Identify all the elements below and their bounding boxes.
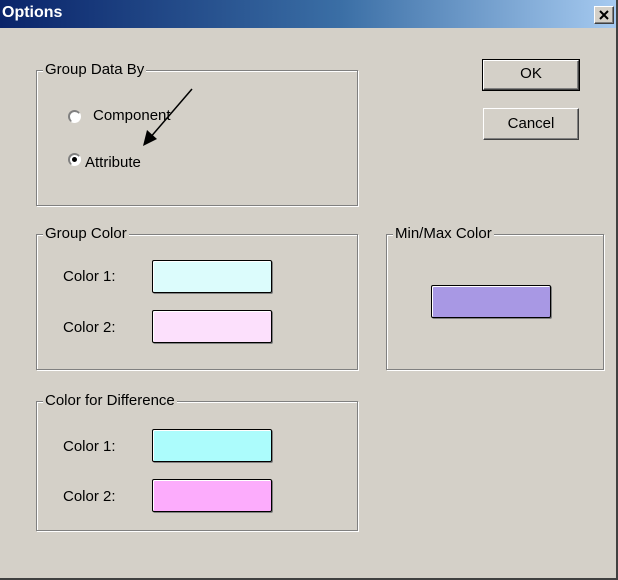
group-data-by-groupbox: Group Data By	[36, 61, 358, 206]
annotation-arrow-icon	[143, 88, 193, 146]
ok-button[interactable]: OK	[482, 59, 580, 91]
group-color2-label: Color 2:	[63, 319, 116, 336]
radio-component[interactable]	[68, 110, 81, 123]
group-color2-swatch[interactable]	[152, 310, 272, 343]
radio-selected-dot	[72, 157, 77, 162]
group-color1-label: Color 1:	[63, 268, 116, 285]
title-bar[interactable]: Options	[0, 0, 616, 28]
group-color1-swatch[interactable]	[152, 260, 272, 293]
minmax-color-label: Min/Max Color	[393, 225, 494, 243]
group-color-groupbox: Group Color	[36, 225, 358, 370]
group-color-label: Group Color	[43, 225, 129, 243]
minmax-color-swatch[interactable]	[431, 285, 551, 318]
close-button[interactable]	[594, 6, 614, 24]
difference-color1-label: Color 1:	[63, 438, 116, 455]
difference-color1-swatch[interactable]	[152, 429, 272, 462]
window-title: Options	[2, 4, 63, 21]
difference-color2-label: Color 2:	[63, 488, 116, 505]
radio-attribute[interactable]	[68, 153, 81, 166]
options-dialog: Options Group Data By Component Attribut…	[0, 0, 618, 580]
close-icon	[599, 10, 609, 20]
color-for-difference-label: Color for Difference	[43, 392, 177, 410]
cancel-button[interactable]: Cancel	[483, 108, 579, 140]
group-data-by-label: Group Data By	[43, 61, 147, 79]
difference-color2-swatch[interactable]	[152, 479, 272, 512]
radio-attribute-label[interactable]: Attribute	[85, 154, 141, 172]
